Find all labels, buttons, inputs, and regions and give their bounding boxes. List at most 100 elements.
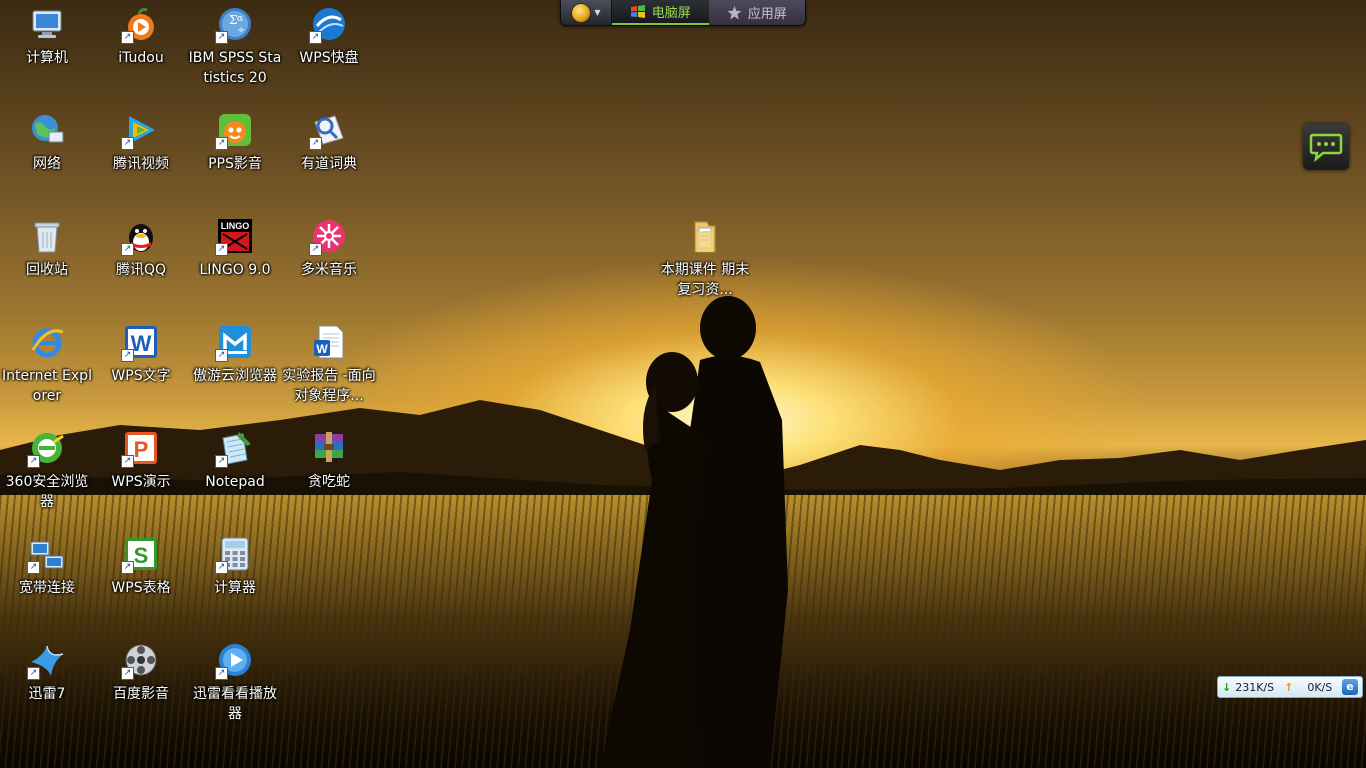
orb-icon [571,2,592,23]
computer-icon [29,6,65,42]
icon-label: 迅雷7 [28,686,66,702]
icon-label: 傲游云浏览器 [193,368,277,384]
shortcut-arrow-icon: ↗ [215,349,228,362]
tab-label: 应用屏 [747,7,787,22]
baidu-player-icon: ↗ [121,642,159,680]
icon-label: 计算机 [26,50,68,66]
download-speed: 231K/S [1235,680,1275,694]
icon-label: 网络 [33,156,61,172]
icon-label: IBM SPSS Statistics 20 [188,50,282,86]
desktop-icon-network[interactable]: 网络 [0,106,94,174]
shortcut-arrow-icon: ↗ [121,455,134,468]
shortcut-arrow-icon: ↗ [27,561,40,574]
svg-text:S: S [134,543,149,568]
icon-label: 有道词典 [301,156,357,172]
icon-label: 迅雷看看播放器 [193,686,277,722]
icon-label: 计算器 [214,580,256,596]
icon-label: 本期课件 期末复习资... [660,262,750,298]
chat-widget-button[interactable] [1303,124,1349,170]
word-document-icon: W [311,324,347,360]
upload-speed: 0K/S [1307,680,1333,694]
network-speed-widget[interactable]: ↓ 231K/S ↑ 0K/S e [1217,676,1363,698]
icon-label: WPS快盘 [299,50,359,66]
arrow-up-icon: ↑ [1284,680,1294,694]
shortcut-arrow-icon: ↗ [121,137,134,150]
icon-label: iTudou [118,50,164,66]
folder-icon [687,218,723,254]
chat-bubble-icon [1309,133,1343,162]
desktop-icon-wps-writer[interactable]: W ↗ WPS文字 [94,318,188,386]
desktop-icon-spss[interactable]: Σα ÷ ↗ IBM SPSS Statistics 20 [188,0,282,88]
recycle-bin-icon [29,218,65,254]
youdao-dict-icon: ↗ [309,112,347,150]
desktop-icon-duomi[interactable]: ↗ 多米音乐 [282,212,376,280]
shortcut-arrow-icon: ↗ [121,667,134,680]
notepad-icon: ↗ [215,430,253,468]
desktop-icon-thunder7[interactable]: ↗ 迅雷7 [0,636,94,704]
desktop-icon-tencent-video[interactable]: ↗ 腾讯视频 [94,106,188,174]
shortcut-arrow-icon: ↗ [121,561,134,574]
desktop-icon-pps[interactable]: ↗ PPS影音 [188,106,282,174]
desktop-icon-recycle-bin[interactable]: 回收站 [0,212,94,280]
desktop-icon-itudou[interactable]: ↗ iTudou [94,0,188,68]
shortcut-arrow-icon: ↗ [215,667,228,680]
shortcut-arrow-icon: ↗ [215,455,228,468]
desktop-icon-notepad[interactable]: ↗ Notepad [188,424,282,492]
wps-presentation-icon: P ↗ [121,430,159,468]
icon-label: 腾讯视频 [113,156,169,172]
wps-spreadsheet-icon: S ↗ [121,536,159,574]
shortcut-arrow-icon: ↗ [121,31,134,44]
desktop-icon-wps-spreadsheet[interactable]: S ↗ WPS表格 [94,530,188,598]
arrow-down-icon: ↓ [1222,680,1232,694]
desktop-icon-lingo[interactable]: LINGO ↗ LINGO 9.0 [188,212,282,280]
spss-icon: Σα ÷ ↗ [215,6,253,44]
qq-penguin-icon: ↗ [121,218,159,256]
icon-label: 贪吃蛇 [308,474,350,490]
star-icon [727,5,742,19]
desktop-icon-baidu-player[interactable]: ↗ 百度影音 [94,636,188,704]
icon-label: 多米音乐 [301,262,357,278]
desktop-icon-snake-game[interactable]: 贪吃蛇 [282,424,376,492]
lingo-icon: LINGO ↗ [215,218,253,256]
shortcut-arrow-icon: ↗ [121,349,134,362]
desktop-icon-internet-explorer[interactable]: Internet Explorer [0,318,94,406]
desktop-icon-xunlei-kankan[interactable]: ↗ 迅雷看看播放器 [188,636,282,724]
ie-icon[interactable]: e [1342,679,1358,695]
desktop-icon-lab-report[interactable]: W 实验报告 -面向对象程序... [282,318,376,406]
itudou-icon: ↗ [121,6,159,44]
icon-label: 360安全浏览器 [5,474,89,510]
svg-text:÷: ÷ [237,25,245,36]
tab-computer-screen[interactable]: 电脑屏 [612,0,709,25]
screen-switcher: ▼ 电脑屏 应用屏 [560,0,806,26]
shortcut-arrow-icon: ↗ [215,137,228,150]
desktop-icon-wps-cloud[interactable]: ↗ WPS快盘 [282,0,376,68]
internet-explorer-icon [29,324,65,360]
desktop-icon-calculator[interactable]: ↗ 计算器 [188,530,282,598]
shortcut-arrow-icon: ↗ [309,243,322,256]
shortcut-arrow-icon: ↗ [215,561,228,574]
icon-label: Internet Explorer [2,368,92,404]
icon-label: 百度影音 [113,686,169,702]
chevron-down-icon: ▼ [594,8,601,17]
calculator-icon: ↗ [215,536,253,574]
network-icon [29,112,65,148]
icon-label: 回收站 [26,262,68,278]
desktop-icon-wps-presentation[interactable]: P ↗ WPS演示 [94,424,188,492]
desktop-icon-qq[interactable]: ↗ 腾讯QQ [94,212,188,280]
switcher-menu-button[interactable]: ▼ [561,0,612,25]
desktop-icon-360-browser[interactable]: ↗ 360安全浏览器 [0,424,94,512]
tab-app-screen[interactable]: 应用屏 [708,0,805,25]
desktop-icon-courseware-folder[interactable]: 本期课件 期末复习资... [658,212,752,300]
windows-flag-icon [630,4,645,18]
svg-text:α: α [237,14,243,24]
maxthon-browser-icon: ↗ [215,324,253,362]
shortcut-arrow-icon: ↗ [215,243,228,256]
desktop-icon-youdao[interactable]: ↗ 有道词典 [282,106,376,174]
desktop-icon-maxthon[interactable]: ↗ 傲游云浏览器 [188,318,282,386]
icon-label: WPS文字 [111,368,171,384]
desktop-icon-computer[interactable]: 计算机 [0,0,94,68]
svg-text:P: P [134,437,149,462]
icon-label: 腾讯QQ [115,262,167,278]
desktop-icon-broadband[interactable]: ↗ 宽带连接 [0,530,94,598]
360-browser-icon: ↗ [27,430,65,468]
